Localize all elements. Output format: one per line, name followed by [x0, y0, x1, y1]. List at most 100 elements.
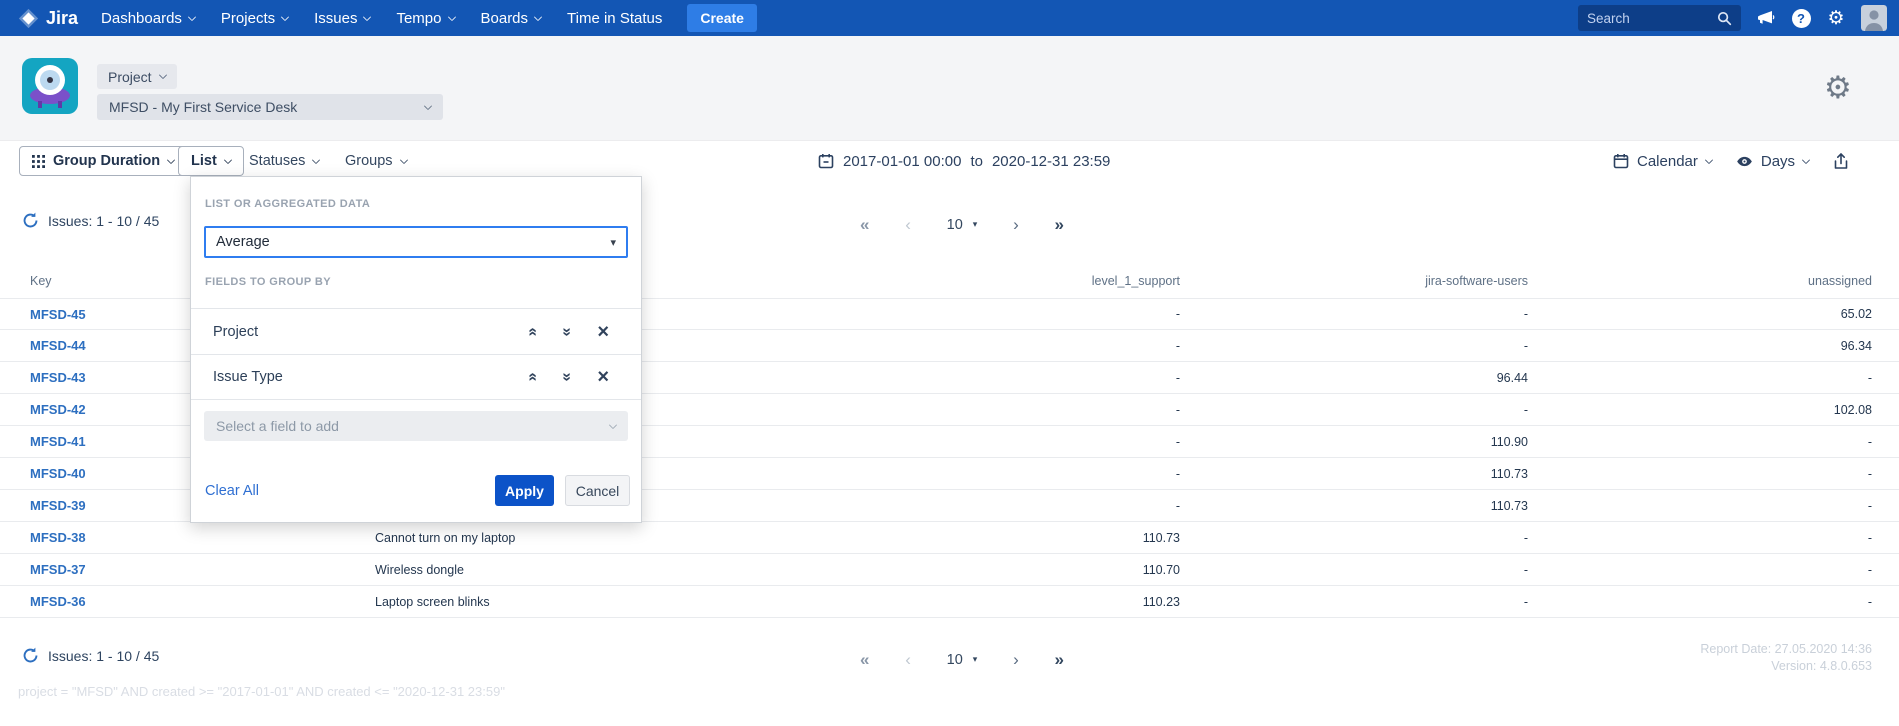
prev-page-button[interactable]: ‹ — [905, 651, 911, 668]
value-jira-software-users: - — [1180, 403, 1528, 417]
nav-boards[interactable]: Boards — [468, 0, 555, 36]
remove-field-icon[interactable]: × — [597, 322, 609, 342]
refresh-icon[interactable] — [22, 212, 39, 229]
group-duration-button[interactable]: Group Duration — [19, 146, 187, 176]
settings-gear-icon[interactable]: ⚙ — [1826, 8, 1846, 28]
remove-field-icon[interactable]: × — [597, 367, 609, 387]
last-page-button[interactable]: » — [1054, 216, 1063, 233]
fields-to-group-by-list: Project « » × Issue Type « » × — [191, 308, 641, 400]
value-unassigned: - — [1528, 595, 1872, 609]
announcements-icon[interactable] — [1756, 8, 1776, 28]
nav-tempo[interactable]: Tempo — [383, 0, 467, 36]
pagination-top: « ‹ 10 ▾ › » — [860, 216, 1064, 233]
cancel-button[interactable]: Cancel — [565, 475, 630, 506]
list-dropdown-button[interactable]: List — [178, 146, 244, 176]
toolbar-right-controls: Calendar Days — [1613, 146, 1849, 176]
brand-text: Jira — [46, 8, 78, 29]
report-settings-gear-icon[interactable]: ⚙ — [1824, 72, 1852, 103]
chevron-down-icon — [167, 155, 175, 163]
chevron-down-icon — [1802, 155, 1810, 163]
add-field-select[interactable]: Select a field to add — [204, 411, 628, 441]
value-jira-software-users: 110.90 — [1180, 435, 1528, 449]
issues-summary-bottom: Issues: 1 - 10 / 45 — [22, 647, 159, 664]
page-size-select[interactable]: 10 ▾ — [947, 217, 978, 233]
value-level-1-support: - — [970, 307, 1180, 321]
issue-key-link[interactable]: MFSD-37 — [30, 562, 86, 577]
app-window: Jira Dashboards Projects Issues Tempo Bo… — [0, 0, 1899, 726]
value-level-1-support: - — [970, 403, 1180, 417]
jira-logo[interactable]: Jira — [18, 8, 78, 29]
issue-key-link[interactable]: MFSD-44 — [30, 338, 86, 353]
value-unassigned: - — [1528, 531, 1872, 545]
issues-summary-top: Issues: 1 - 10 / 45 — [22, 212, 159, 229]
export-icon[interactable] — [1833, 153, 1849, 170]
last-page-button[interactable]: » — [1054, 651, 1063, 668]
value-unassigned: 102.08 — [1528, 403, 1872, 417]
issue-key-link[interactable]: MFSD-42 — [30, 402, 86, 417]
page-size-select[interactable]: 10 ▾ — [947, 652, 978, 668]
groups-dropdown[interactable]: Groups — [345, 146, 407, 176]
pagination-bottom: « ‹ 10 ▾ › » — [860, 651, 1064, 668]
value-jira-software-users: - — [1180, 531, 1528, 545]
issue-summary: Wireless dongle — [345, 563, 970, 577]
value-jira-software-users: - — [1180, 563, 1528, 577]
statuses-dropdown[interactable]: Statuses — [249, 146, 319, 176]
scope-selector-button[interactable]: Project — [97, 64, 177, 89]
help-icon[interactable]: ? — [1791, 8, 1811, 28]
first-page-button[interactable]: « — [860, 216, 869, 233]
refresh-icon[interactable] — [22, 647, 39, 664]
navbar-right: Search ? ⚙ — [1578, 5, 1887, 31]
panel-footer: Clear All Apply Cancel — [205, 475, 630, 506]
units-days-dropdown[interactable]: Days — [1736, 153, 1809, 170]
value-jira-software-users: - — [1180, 307, 1528, 321]
value-unassigned: - — [1528, 371, 1872, 385]
chevron-down-icon — [224, 155, 232, 163]
value-level-1-support: - — [970, 435, 1180, 449]
project-select[interactable]: MFSD - My First Service Desk — [97, 94, 443, 120]
next-page-button[interactable]: › — [1013, 651, 1019, 668]
value-unassigned: - — [1528, 563, 1872, 577]
nav-dashboards[interactable]: Dashboards — [88, 0, 208, 36]
issue-summary: Cannot turn on my laptop — [345, 531, 970, 545]
issue-key-link[interactable]: MFSD-41 — [30, 434, 86, 449]
prev-page-button[interactable]: ‹ — [905, 216, 911, 233]
issue-key-link[interactable]: MFSD-39 — [30, 498, 86, 513]
move-down-icon[interactable]: » — [559, 327, 575, 336]
top-navbar: Jira Dashboards Projects Issues Tempo Bo… — [0, 0, 1899, 36]
nav-issues[interactable]: Issues — [301, 0, 383, 36]
issue-key-link[interactable]: MFSD-36 — [30, 594, 86, 609]
chevron-down-icon — [158, 71, 166, 79]
eye-icon — [1736, 156, 1753, 167]
date-separator: to — [970, 153, 983, 170]
move-down-icon[interactable]: » — [559, 373, 575, 382]
search-input[interactable]: Search — [1578, 5, 1741, 31]
chevron-down-icon — [312, 155, 320, 163]
clear-all-link[interactable]: Clear All — [205, 483, 259, 499]
move-up-icon[interactable]: « — [524, 373, 540, 382]
first-page-button[interactable]: « — [860, 651, 869, 668]
value-unassigned: - — [1528, 499, 1872, 513]
value-level-1-support: - — [970, 499, 1180, 513]
value-jira-software-users: - — [1180, 595, 1528, 609]
report-date-text: Report Date: 27.05.2020 14:36 — [1700, 641, 1872, 658]
user-avatar[interactable] — [1861, 5, 1887, 31]
nav-time-in-status[interactable]: Time in Status — [554, 0, 675, 36]
calendar-icon — [1613, 153, 1629, 169]
apply-button[interactable]: Apply — [495, 475, 554, 506]
value-level-1-support: 110.73 — [970, 531, 1180, 545]
issue-key-link[interactable]: MFSD-40 — [30, 466, 86, 481]
value-jira-software-users: 96.44 — [1180, 371, 1528, 385]
create-button[interactable]: Create — [687, 4, 757, 32]
aggregation-select[interactable]: Average ▾ — [204, 226, 628, 258]
issue-key-link[interactable]: MFSD-45 — [30, 307, 86, 322]
nav-projects[interactable]: Projects — [208, 0, 301, 36]
calendar-mode-dropdown[interactable]: Calendar — [1613, 153, 1712, 170]
next-page-button[interactable]: › — [1013, 216, 1019, 233]
issue-key-link[interactable]: MFSD-43 — [30, 370, 86, 385]
jira-logo-icon — [18, 8, 39, 29]
issue-key-link[interactable]: MFSD-38 — [30, 530, 86, 545]
move-up-icon[interactable]: « — [524, 327, 540, 336]
issues-count-text: Issues: 1 - 10 / 45 — [48, 648, 159, 664]
date-range-picker[interactable]: 2017-01-01 00:00 to 2020-12-31 23:59 — [818, 146, 1110, 176]
chevron-down-icon — [281, 12, 289, 20]
